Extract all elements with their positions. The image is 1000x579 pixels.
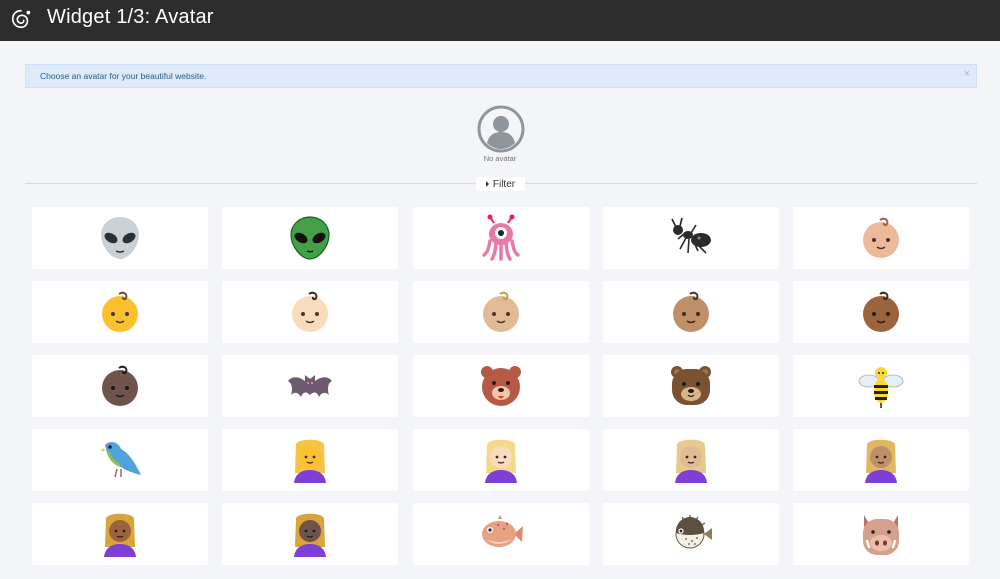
- avatar-option[interactable]: [222, 503, 399, 565]
- no-avatar-label: No avatar: [483, 154, 517, 163]
- pufferfish-icon: [675, 515, 712, 549]
- avatar-option[interactable]: [32, 281, 208, 343]
- avatar-option[interactable]: [602, 503, 779, 565]
- avatar-option[interactable]: [32, 207, 208, 269]
- avatar-option[interactable]: [793, 281, 969, 343]
- avatar-option[interactable]: [793, 355, 969, 417]
- avatar-option[interactable]: [222, 281, 399, 343]
- green-alien-icon: [290, 216, 330, 260]
- baby-light-skin-icon: [863, 217, 899, 258]
- close-icon[interactable]: ×: [964, 67, 970, 81]
- avatar-option[interactable]: [412, 207, 589, 269]
- spiral-logo-icon[interactable]: [10, 8, 32, 30]
- boar-icon: [863, 515, 899, 555]
- avatar-option[interactable]: [32, 355, 208, 417]
- baby-light-icon: [292, 291, 329, 332]
- alien-icon: [101, 217, 139, 259]
- avatar-option[interactable]: [32, 429, 208, 491]
- caret-right-icon: [485, 181, 489, 187]
- avatar-option[interactable]: [793, 429, 969, 491]
- blond-woman-medium-icon: [865, 439, 897, 483]
- avatar-option[interactable]: [793, 503, 969, 565]
- default-user-avatar-icon: [477, 105, 525, 153]
- blond-woman-medium-light-icon: [674, 439, 707, 483]
- avatar-option[interactable]: [222, 207, 399, 269]
- avatar-option[interactable]: [602, 429, 779, 491]
- filter-label: Filter: [492, 178, 516, 190]
- app-header: Widget 1/3: Avatar: [0, 0, 1000, 41]
- blond-woman-dark-icon: [294, 513, 327, 557]
- avatar-grid: [32, 207, 969, 565]
- blond-woman-light-icon: [484, 439, 517, 483]
- bee-icon: [858, 367, 904, 408]
- pink-octopus-alien-icon: [481, 214, 520, 261]
- avatar-option[interactable]: [602, 355, 779, 417]
- baby-yellow-icon: [102, 291, 138, 332]
- avatar-option[interactable]: [222, 429, 399, 491]
- blowfish-icon: [481, 515, 523, 547]
- avatar-option[interactable]: [602, 281, 779, 343]
- avatar-option[interactable]: [222, 355, 399, 417]
- avatar-option[interactable]: [412, 503, 589, 565]
- blond-woman-yellow-icon: [294, 439, 327, 483]
- avatar-option[interactable]: [32, 503, 208, 565]
- alert-message: Choose an avatar for your beautiful webs…: [40, 71, 207, 81]
- blond-woman-medium-dark-icon: [104, 513, 136, 557]
- baby-medium-light-icon: [482, 291, 519, 332]
- info-alert: Choose an avatar for your beautiful webs…: [25, 64, 977, 88]
- avatar-option[interactable]: [793, 207, 969, 269]
- ant-icon: [671, 217, 711, 254]
- avatar-option[interactable]: [412, 281, 589, 343]
- bat-icon: [288, 375, 333, 397]
- bear-red-icon: [480, 366, 521, 406]
- bear-brown-icon: [670, 366, 711, 405]
- avatar-option[interactable]: [412, 429, 589, 491]
- baby-dark-icon: [102, 365, 138, 406]
- bird-parrot-icon: [100, 442, 141, 478]
- avatar-option[interactable]: [412, 355, 589, 417]
- baby-medium-icon: [672, 291, 709, 332]
- baby-medium-dark-icon: [863, 291, 899, 332]
- page-title: Widget 1/3: Avatar: [47, 6, 214, 28]
- avatar-option[interactable]: [602, 207, 779, 269]
- filter-toggle[interactable]: Filter: [476, 177, 525, 191]
